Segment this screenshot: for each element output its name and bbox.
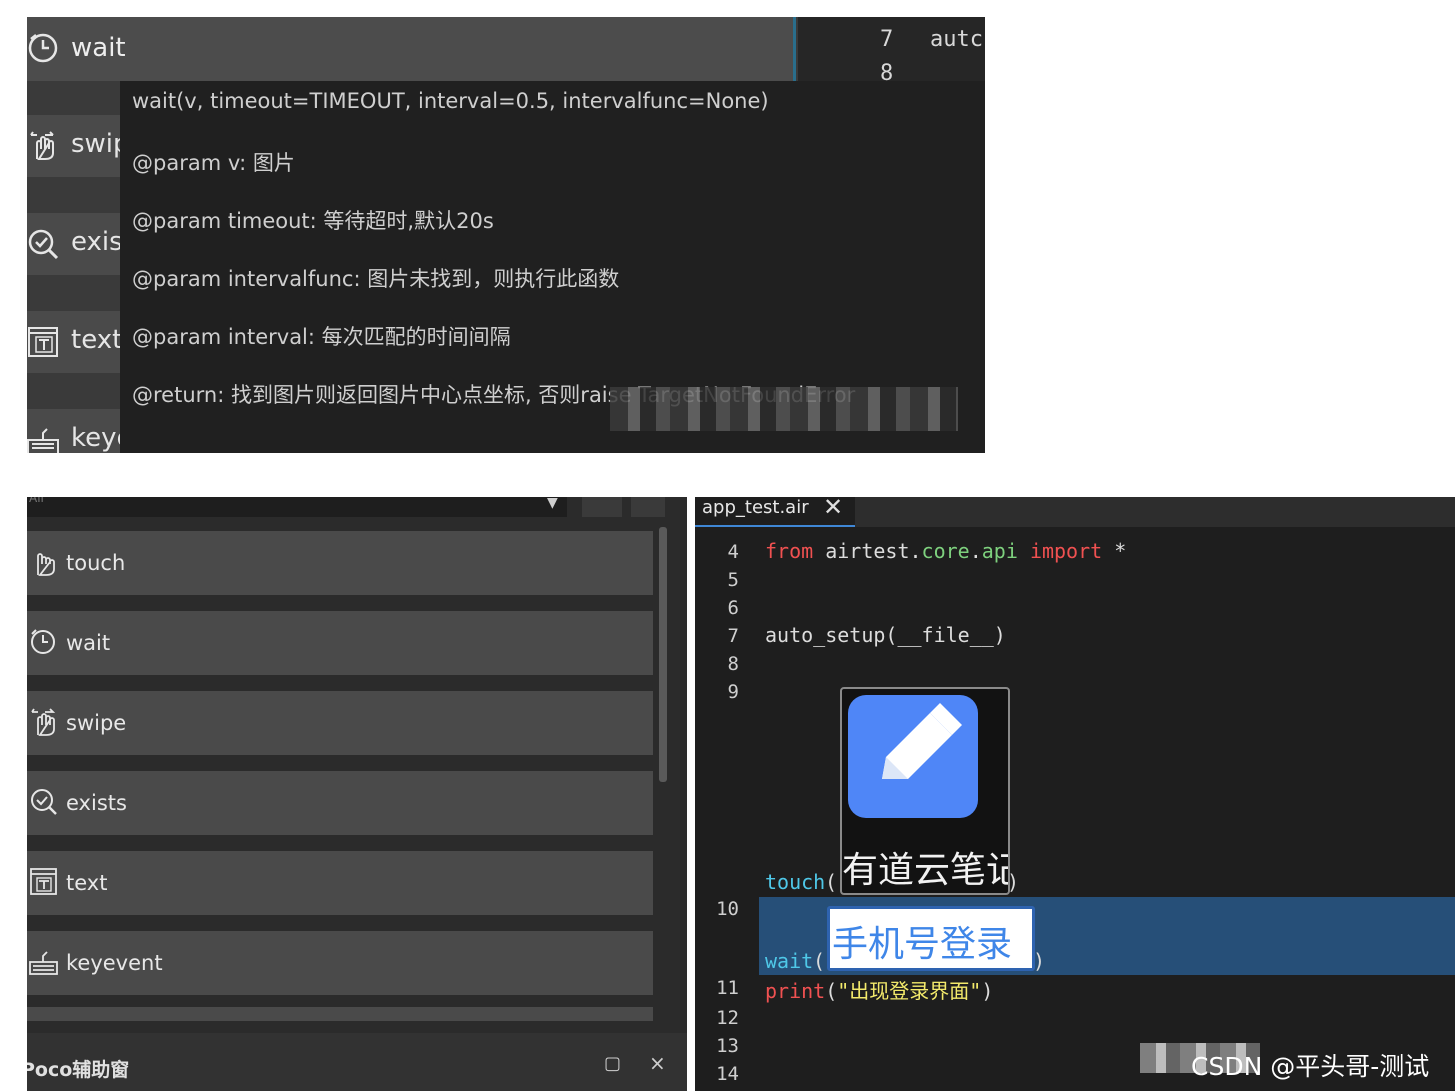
code-token: import xyxy=(1029,539,1103,563)
wait-item-active[interactable]: wait xyxy=(27,17,795,81)
window-button[interactable] xyxy=(631,497,665,517)
code-token: * xyxy=(1102,539,1127,563)
search-check-icon xyxy=(31,789,57,815)
line-number: 10 xyxy=(716,898,739,920)
code-token: airtest. xyxy=(813,539,922,563)
login-text: 手机号登录 xyxy=(832,924,1013,965)
record-button[interactable] xyxy=(582,497,622,517)
keyboard-icon xyxy=(29,951,58,975)
tooltip-param-timeout: @param timeout: 等待超时,默认20s xyxy=(132,209,494,233)
line-number: 11 xyxy=(716,977,739,999)
chevron-down-icon[interactable]: ▼ xyxy=(547,497,558,511)
open-paren: ( xyxy=(825,870,838,894)
close-icon[interactable]: ✕ xyxy=(823,497,843,521)
text-box-icon xyxy=(28,327,58,357)
filter-select[interactable]: All xyxy=(27,497,567,517)
line-number: 12 xyxy=(716,1007,739,1029)
code-line[interactable]: print("出现登录界面") xyxy=(765,975,993,1004)
line-number: 4 xyxy=(727,541,739,563)
exists-item[interactable]: exis xyxy=(27,213,123,275)
image-template-login[interactable]: 手机号登录 xyxy=(827,906,1035,971)
tooltip-param-intervalfunc: @param intervalfunc: 图片未找到，则执行此函数 xyxy=(132,267,620,291)
text-item[interactable]: text xyxy=(27,311,122,373)
sidebar-item-wait[interactable]: wait xyxy=(27,611,653,675)
sidebar-item-label: wait xyxy=(66,631,111,655)
splitter[interactable] xyxy=(793,17,796,81)
close-icon[interactable]: × xyxy=(649,1051,666,1075)
code-line[interactable]: auto_setup(__file__) xyxy=(765,623,1006,647)
code-token: from xyxy=(765,539,814,563)
tooltip-param-interval: @param interval: 每次匹配的时间间隔 xyxy=(132,325,511,349)
line-number: 7 xyxy=(880,27,894,52)
code-line[interactable]: from airtest.core.api import * xyxy=(765,539,1126,563)
keyevent-item[interactable]: keye xyxy=(27,409,133,453)
api-tooltip: wait(v, timeout=TIMEOUT, interval=0.5, i… xyxy=(120,81,985,453)
open-paren: ( xyxy=(813,949,826,973)
code-token: . xyxy=(969,539,982,563)
sidebar-item-exists[interactable]: exists xyxy=(27,771,653,835)
redaction-blur xyxy=(610,387,958,431)
pencil-icon xyxy=(882,703,962,779)
note-app-name: 有道云笔记 xyxy=(842,850,1008,891)
tab-label: app_test.air xyxy=(702,497,809,518)
line-number: 5 xyxy=(727,569,739,591)
clock-icon xyxy=(28,33,58,63)
line-number: 6 xyxy=(727,597,739,619)
watermark: CSDN @平头哥-测试 xyxy=(1191,1052,1430,1081)
sidebar-item-label: touch xyxy=(66,551,126,575)
note-app-icon xyxy=(848,695,978,818)
wait-label: wait xyxy=(71,33,126,63)
swipe-hand-icon xyxy=(31,708,56,736)
line-number: 7 xyxy=(727,625,739,647)
image-template-note-app[interactable]: 有道云笔记 xyxy=(840,687,1010,895)
code-editor: app_test.air ✕ 4 from airtest.core.api im… xyxy=(695,497,1455,1091)
swipe-hand-icon xyxy=(30,131,54,160)
filter-placeholder: All xyxy=(29,497,44,505)
scrollbar-thumb[interactable] xyxy=(659,527,667,782)
tab-bar: app_test.air ✕ xyxy=(695,497,1455,527)
line-number: 13 xyxy=(716,1035,739,1057)
line-number: 9 xyxy=(727,681,739,703)
sidebar-item-label: text xyxy=(66,871,108,895)
sidebar-item-label: exists xyxy=(66,791,127,815)
line-number: 8 xyxy=(727,653,739,675)
code-fragment: autc xyxy=(930,27,983,52)
poco-panel-header: Poco辅助窗 ▢ × xyxy=(27,1033,687,1091)
clock-icon xyxy=(31,629,55,654)
touch-hand-icon xyxy=(37,553,55,576)
editor-peek: 7 8 autc xyxy=(798,17,985,86)
tooltip-signature: wait(v, timeout=TIMEOUT, interval=0.5, i… xyxy=(132,89,769,113)
line-number: 14 xyxy=(716,1063,739,1085)
sidebar-item-touch[interactable]: touch xyxy=(27,531,653,595)
code-token: auto_setup(__file__) xyxy=(765,623,1006,647)
touch-call[interactable]: touch xyxy=(765,870,825,894)
restore-icon[interactable]: ▢ xyxy=(604,1053,621,1074)
sidebar-item-swipe[interactable]: swipe xyxy=(27,691,653,755)
code-token: "出现登录界面" xyxy=(837,979,982,1003)
sidebar-item-keyevent[interactable]: keyevent xyxy=(27,931,653,995)
text-box-icon xyxy=(30,868,57,895)
swipe-item[interactable]: swip xyxy=(27,115,130,177)
top-panel: wait 7 8 autc swip exis text keye wait(v… xyxy=(27,17,985,453)
keyboard-icon xyxy=(27,428,59,453)
code-token: ( xyxy=(825,979,838,1003)
sidebar-item-label: swipe xyxy=(66,711,127,735)
tab-app-test[interactable]: app_test.air ✕ xyxy=(695,497,855,527)
code-token: print xyxy=(765,979,826,1003)
wait-call[interactable]: wait xyxy=(765,949,813,973)
api-sidebar: All ▼ touch wait swipe exists text keyev… xyxy=(27,497,687,1091)
code-token: api xyxy=(981,539,1018,563)
code-token: ) xyxy=(981,979,994,1003)
text-label: text xyxy=(71,325,123,355)
sidebar-item-text[interactable]: text xyxy=(27,851,653,915)
sidebar-item-label: keyevent xyxy=(66,951,163,975)
tooltip-param-v: @param v: 图片 xyxy=(132,151,295,175)
code-token: core xyxy=(921,539,970,563)
poco-title: Poco辅助窗 xyxy=(27,1059,130,1081)
exists-label: exis xyxy=(71,227,123,257)
search-check-icon xyxy=(28,229,59,260)
sidebar-item-partial[interactable] xyxy=(27,1007,653,1021)
